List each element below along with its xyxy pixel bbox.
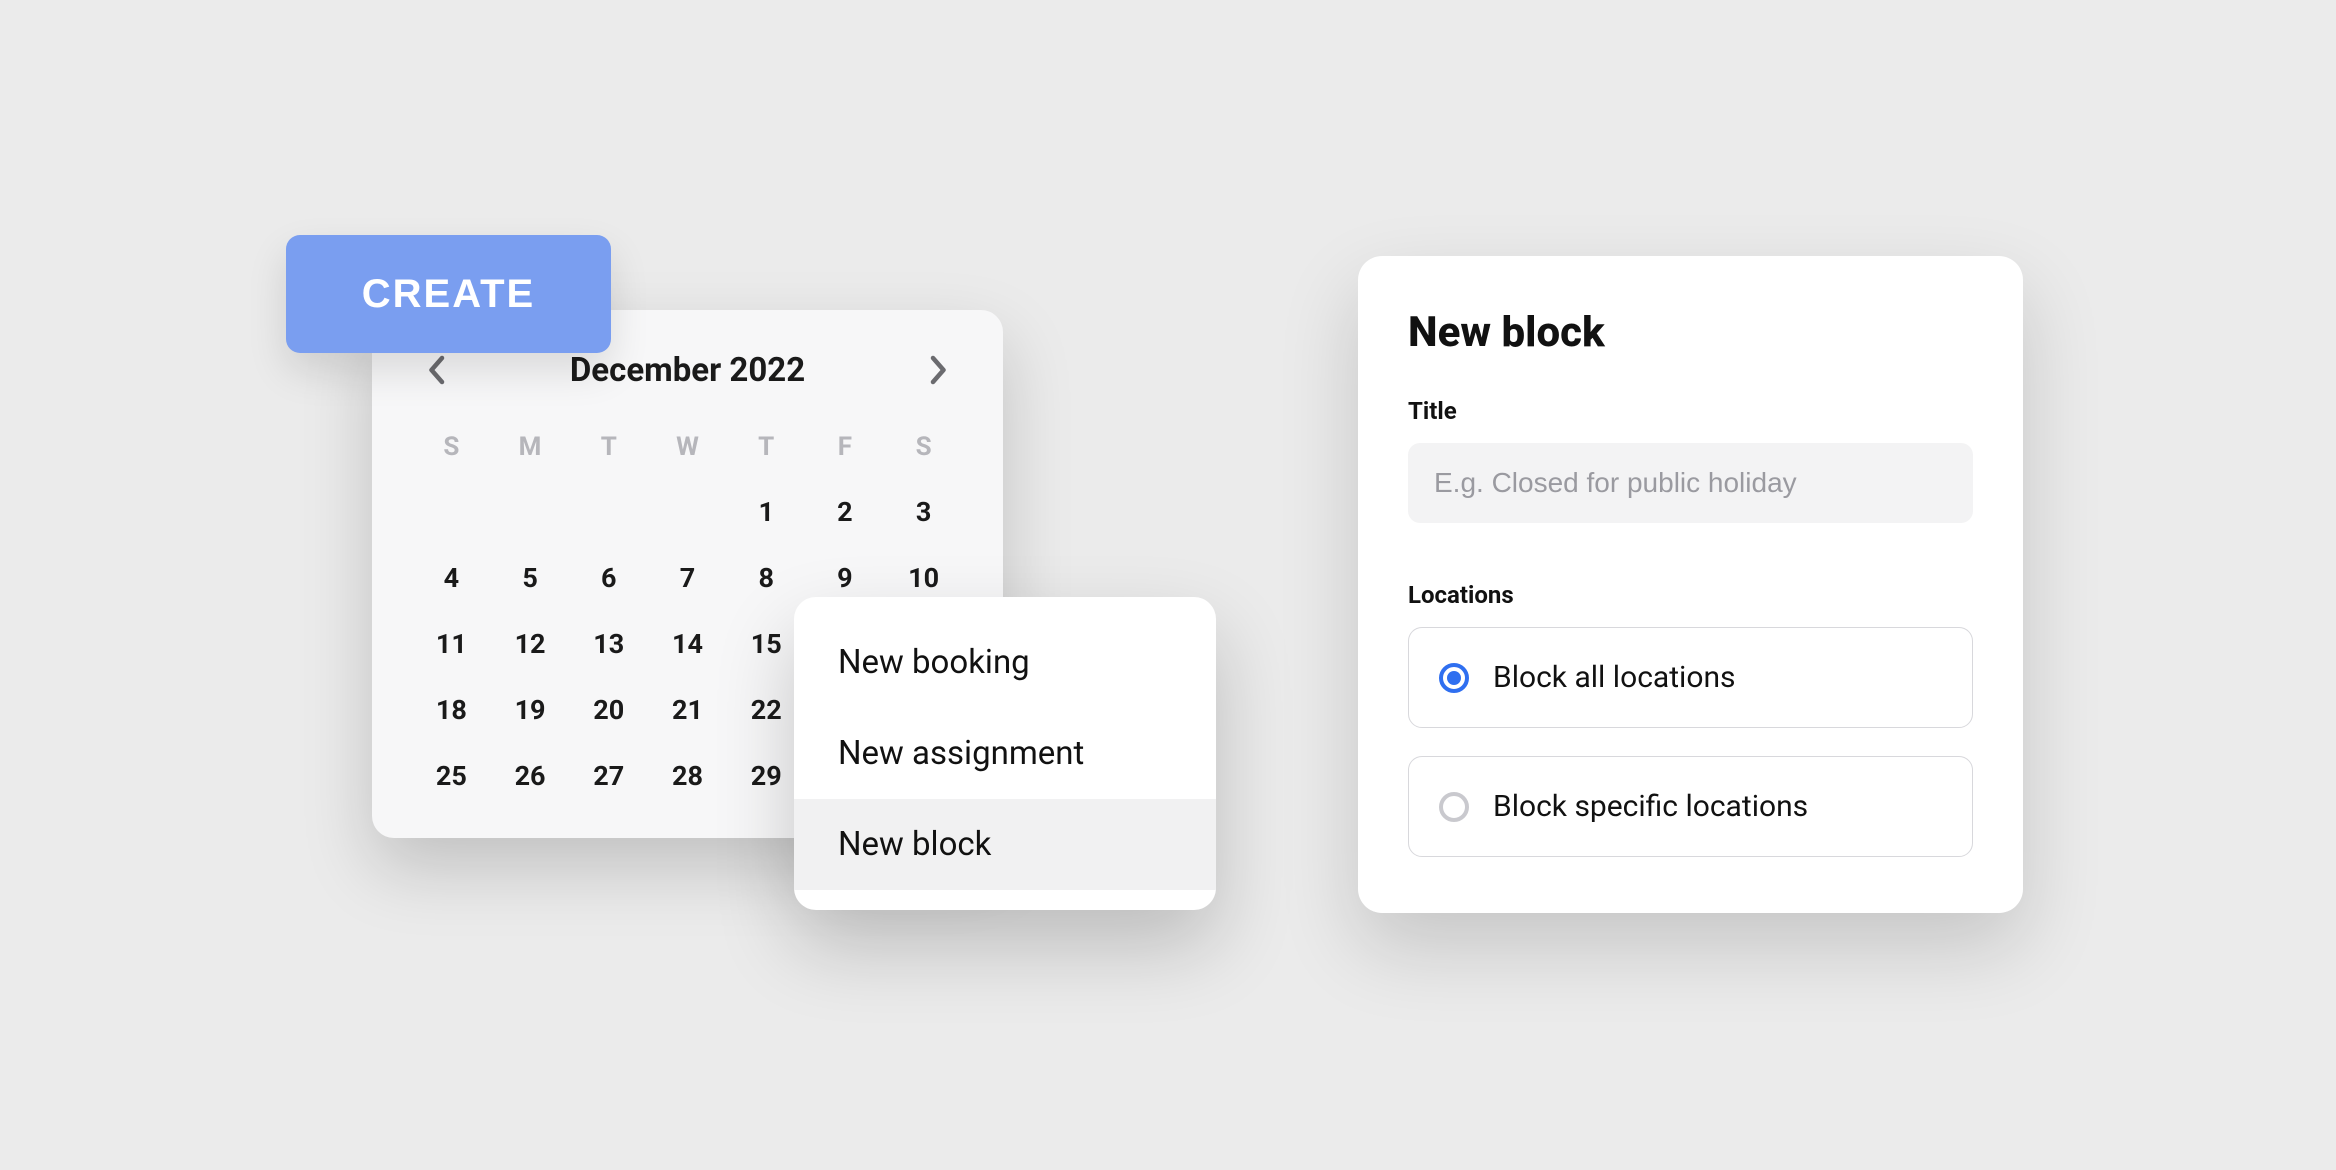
title-input[interactable] [1408, 443, 1973, 523]
new-block-panel: New block Title Locations Block all loca… [1358, 256, 2023, 913]
calendar-day[interactable]: 5 [491, 562, 570, 594]
calendar-day[interactable]: 14 [648, 628, 727, 660]
calendar-day[interactable]: 4 [412, 562, 491, 594]
radio-icon [1439, 663, 1469, 693]
title-field-label: Title [1408, 397, 1973, 425]
calendar-weekday: T [727, 432, 806, 462]
calendar-weekday: W [648, 432, 727, 462]
calendar-weekday: F [806, 432, 885, 462]
calendar-day[interactable]: 27 [569, 760, 648, 792]
calendar-day[interactable]: 3 [884, 496, 963, 528]
calendar-day[interactable]: 11 [412, 628, 491, 660]
locations-radio-option[interactable]: Block specific locations [1408, 756, 1973, 857]
calendar-weekday: S [884, 432, 963, 462]
radio-label: Block all locations [1493, 660, 1736, 695]
calendar-weekday: M [491, 432, 570, 462]
calendar-day[interactable]: 13 [569, 628, 648, 660]
menu-item[interactable]: New assignment [794, 708, 1216, 799]
locations-field-block: Locations Block all locations Block speci… [1408, 581, 1973, 857]
calendar-day[interactable]: 9 [806, 562, 885, 594]
chevron-right-icon[interactable] [919, 350, 959, 390]
calendar-header: December 2022 [406, 350, 969, 408]
calendar-weekday: T [569, 432, 648, 462]
calendar-day[interactable]: 25 [412, 760, 491, 792]
create-button[interactable]: CREATE [286, 235, 611, 353]
calendar-weekday: S [412, 432, 491, 462]
title-field-block: Title [1408, 397, 1973, 523]
calendar-day[interactable]: 18 [412, 694, 491, 726]
locations-radio-group: Block all locations Block specific locati… [1408, 627, 1973, 857]
menu-item[interactable]: New block [794, 799, 1216, 890]
panel-heading: New block [1408, 308, 1973, 357]
locations-field-label: Locations [1408, 581, 1973, 609]
calendar-day[interactable]: 6 [569, 562, 648, 594]
calendar-day[interactable]: 28 [648, 760, 727, 792]
calendar-day[interactable]: 2 [806, 496, 885, 528]
radio-label: Block specific locations [1493, 789, 1808, 824]
calendar-day[interactable]: 10 [884, 562, 963, 594]
create-menu: New bookingNew assignmentNew block [794, 597, 1216, 910]
calendar-month-title: December 2022 [570, 351, 805, 390]
calendar-day[interactable]: 8 [727, 562, 806, 594]
calendar-day[interactable]: 1 [727, 496, 806, 528]
calendar-day[interactable]: 19 [491, 694, 570, 726]
menu-item[interactable]: New booking [794, 617, 1216, 708]
calendar-day[interactable]: 12 [491, 628, 570, 660]
calendar-day[interactable]: 7 [648, 562, 727, 594]
chevron-left-icon[interactable] [416, 350, 456, 390]
locations-radio-option[interactable]: Block all locations [1408, 627, 1973, 728]
radio-icon [1439, 792, 1469, 822]
calendar-day[interactable]: 20 [569, 694, 648, 726]
calendar-day[interactable]: 26 [491, 760, 570, 792]
calendar-day[interactable]: 21 [648, 694, 727, 726]
